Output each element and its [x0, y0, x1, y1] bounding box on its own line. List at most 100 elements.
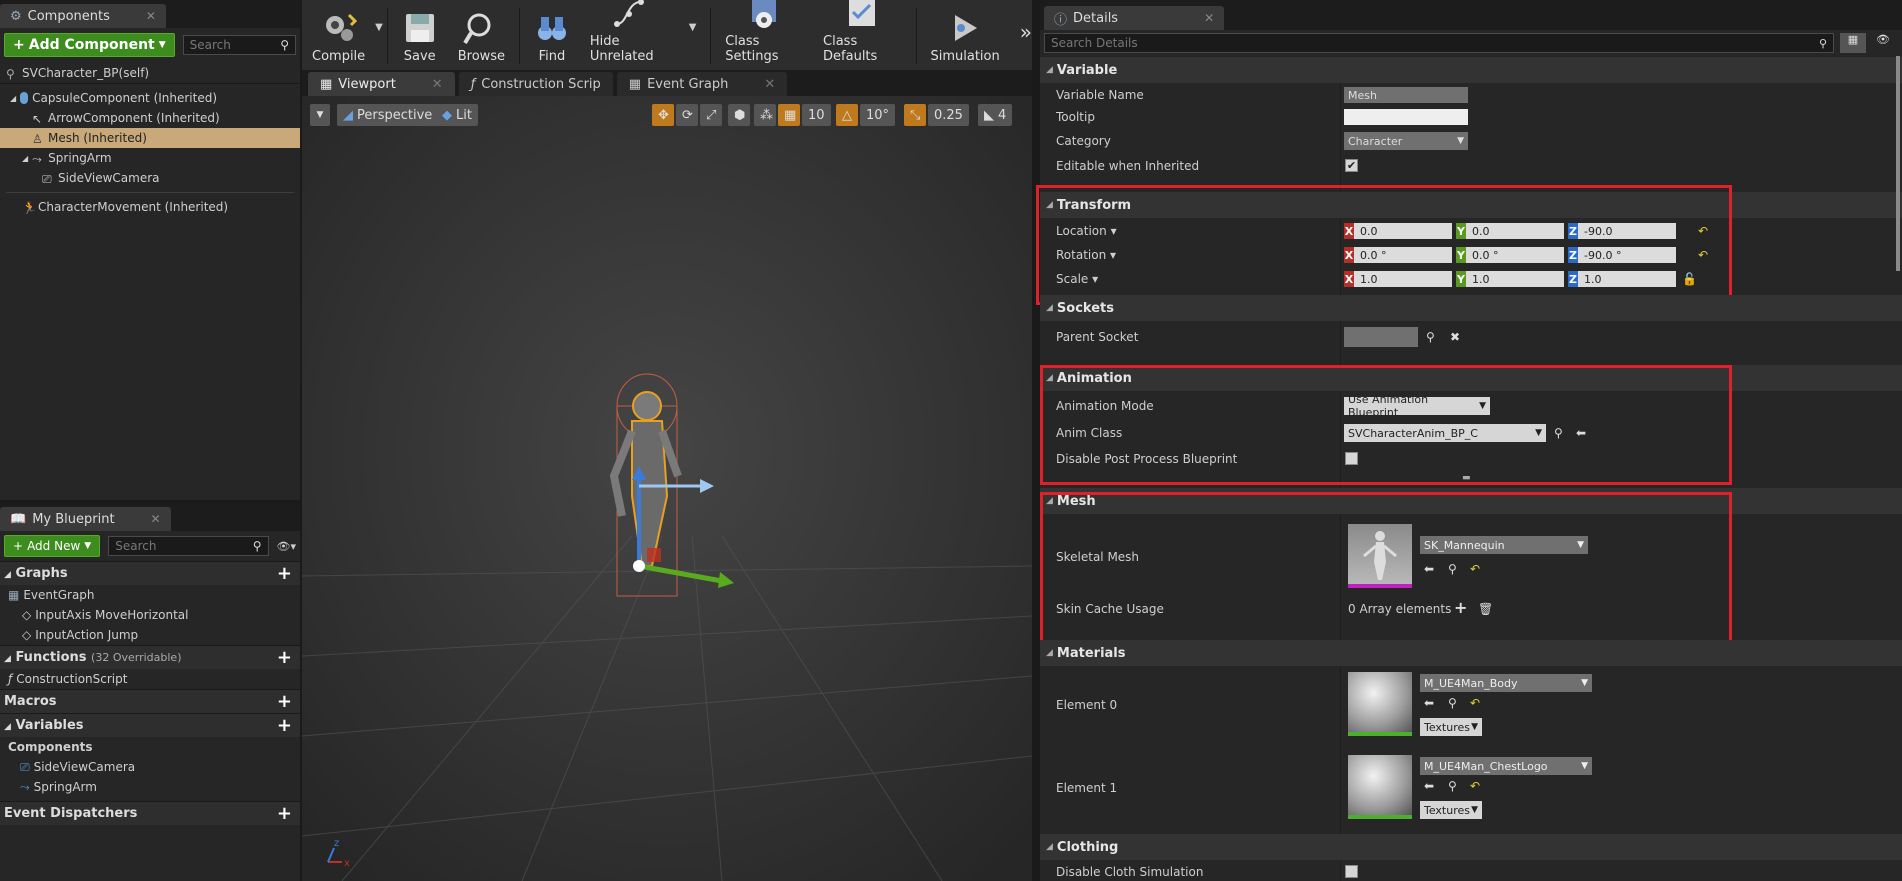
reset-arrow-icon[interactable]: ↶: [1470, 779, 1480, 793]
location-x-input[interactable]: 0.0: [1354, 223, 1452, 239]
editable-checkbox[interactable]: ✔: [1345, 159, 1358, 172]
element1-thumbnail[interactable]: [1348, 755, 1412, 819]
add-function-button[interactable]: +: [277, 647, 292, 668]
use-selected-arrow-icon[interactable]: ⬅: [1576, 426, 1586, 440]
location-z-input[interactable]: -90.0: [1578, 223, 1676, 239]
self-item[interactable]: ⚲ SVCharacter_BP(self): [0, 62, 300, 84]
rotation-y-input[interactable]: 0.0 °: [1466, 247, 1564, 263]
search-icon[interactable]: ⚲: [1554, 426, 1563, 440]
reset-arrow-icon[interactable]: ↶: [1470, 696, 1480, 710]
compile-button[interactable]: Compile: [302, 11, 375, 64]
tree-item-arrow[interactable]: ↖ ArrowComponent (Inherited): [0, 108, 300, 128]
scale-mode-icon[interactable]: ⤢: [700, 104, 722, 126]
search-icon[interactable]: ⚲: [1426, 330, 1435, 344]
materials-category[interactable]: ◢ Materials: [1040, 640, 1902, 666]
rotation-x-input[interactable]: 0.0 °: [1354, 247, 1452, 263]
grid-snap-value[interactable]: 10: [802, 104, 831, 126]
parent-socket-field[interactable]: [1344, 327, 1418, 347]
close-icon[interactable]: ✕: [151, 512, 161, 526]
scale-snap-icon[interactable]: ⤡: [904, 104, 926, 126]
use-selected-arrow-icon[interactable]: ⬅: [1424, 779, 1434, 793]
graph-item-jump[interactable]: ◇ InputAction Jump: [0, 625, 300, 645]
variable-name-field[interactable]: Mesh: [1344, 87, 1468, 103]
functions-section-header[interactable]: ◢ Functions (32 Overridable) +: [0, 645, 300, 669]
rotate-mode-icon[interactable]: ⟳: [676, 104, 698, 126]
tab-construction-script[interactable]: ƒ Construction Scrip: [458, 72, 613, 96]
expand-triangle-icon[interactable]: ◢: [22, 154, 28, 163]
clothing-category[interactable]: ◢ Clothing: [1040, 834, 1902, 860]
tree-item-sideviewcamera[interactable]: ⎚ SideViewCamera: [0, 168, 300, 188]
search-icon[interactable]: ⚲: [1448, 779, 1457, 793]
grid-snap-icon[interactable]: ▦: [778, 104, 800, 126]
add-component-button[interactable]: + Add Component ▼: [4, 33, 175, 57]
mesh-category[interactable]: ◢ Mesh: [1040, 488, 1902, 514]
close-icon[interactable]: ✕: [146, 9, 156, 23]
event-dispatchers-section-header[interactable]: Event Dispatchers +: [0, 801, 300, 825]
scale-x-input[interactable]: 1.0: [1354, 271, 1452, 287]
trash-icon[interactable]: 🗑: [1478, 602, 1493, 616]
tree-item-mesh[interactable]: ♙ Mesh (Inherited): [0, 128, 300, 148]
viewport-canvas[interactable]: x z ▼ ◢ Perspective ◆ Lit ✥ ⟳ ⤢ ⬢ ⁂ ▦ 10…: [302, 96, 1032, 881]
add-new-button[interactable]: + Add New ▼: [4, 535, 101, 557]
graph-item-eventgraph[interactable]: ▦ EventGraph: [0, 585, 300, 605]
eye-icon[interactable]: 👁: [1870, 33, 1896, 53]
close-icon[interactable]: ✕: [764, 77, 775, 92]
location-y-input[interactable]: 0.0: [1466, 223, 1564, 239]
animation-category[interactable]: ◢ Animation: [1040, 365, 1902, 391]
element1-textures-dropdown[interactable]: Textures ▼: [1420, 801, 1482, 819]
details-scrollbar[interactable]: [1896, 56, 1900, 271]
simulation-button[interactable]: Simulation: [920, 11, 1009, 64]
viewport-options-button[interactable]: ▼: [310, 104, 330, 126]
expand-toolbar-icon[interactable]: »: [1020, 20, 1032, 44]
anim-class-dropdown[interactable]: SVCharacterAnim_BP_C ▼: [1344, 424, 1546, 442]
element0-textures-dropdown[interactable]: Textures ▼: [1420, 718, 1482, 736]
splitter-handle-icon[interactable]: ▬: [1462, 473, 1471, 483]
add-graph-button[interactable]: +: [277, 563, 292, 584]
my-blueprint-tab[interactable]: 📖 My Blueprint ✕: [0, 507, 171, 531]
components-category[interactable]: Components: [0, 737, 300, 757]
use-selected-arrow-icon[interactable]: ⬅: [1424, 696, 1434, 710]
add-variable-button[interactable]: +: [277, 715, 292, 736]
search-icon[interactable]: ⚲: [1448, 696, 1457, 710]
reset-arrow-icon[interactable]: ↶: [1698, 224, 1708, 238]
translate-mode-icon[interactable]: ✥: [652, 104, 674, 126]
search-icon[interactable]: ⚲: [1448, 562, 1457, 576]
add-element-icon[interactable]: +: [1454, 598, 1467, 617]
lock-icon[interactable]: 🔓: [1682, 272, 1697, 286]
disable-pp-checkbox[interactable]: [1345, 452, 1358, 465]
add-dispatcher-button[interactable]: +: [277, 803, 292, 824]
eye-icon[interactable]: 👁▾: [277, 540, 297, 553]
graph-item-moveh[interactable]: ◇ InputAxis MoveHorizontal: [0, 605, 300, 625]
tree-item-charactermovement[interactable]: 🏃 CharacterMovement (Inherited): [0, 197, 300, 217]
tooltip-field[interactable]: [1344, 109, 1468, 125]
tab-viewport[interactable]: ▦ Viewport ✕: [308, 72, 455, 96]
browse-button[interactable]: Browse: [448, 11, 515, 64]
perspective-button[interactable]: ◢ Perspective: [337, 104, 439, 126]
add-macro-button[interactable]: +: [277, 691, 292, 712]
class-settings-button[interactable]: Class Settings: [715, 0, 813, 64]
disable-cloth-checkbox[interactable]: [1345, 865, 1358, 878]
reset-arrow-icon[interactable]: ↶: [1470, 562, 1480, 576]
rotation-z-input[interactable]: -90.0 °: [1578, 247, 1676, 263]
function-item[interactable]: ƒ ConstructionScript: [0, 669, 300, 689]
animation-mode-dropdown[interactable]: Use Animation Blueprint ▼: [1344, 393, 1490, 419]
skeletal-mesh-thumbnail[interactable]: [1348, 524, 1412, 588]
surface-snap-icon[interactable]: ⁂: [754, 104, 776, 126]
tree-item-springarm[interactable]: ◢ ⤳ SpringArm: [0, 148, 300, 168]
variable-category[interactable]: ◢ Variable: [1040, 57, 1902, 83]
element0-thumbnail[interactable]: [1348, 672, 1412, 736]
graphs-section-header[interactable]: ◢ Graphs +: [0, 561, 300, 585]
find-button[interactable]: Find: [524, 11, 580, 64]
chevron-down-icon[interactable]: ▼: [689, 22, 697, 33]
sockets-category[interactable]: ◢ Sockets: [1040, 295, 1902, 321]
scale-label[interactable]: Scale ▾: [1056, 272, 1098, 286]
skeletal-mesh-dropdown[interactable]: SK_Mannequin ▼: [1420, 536, 1588, 554]
scale-y-input[interactable]: 1.0: [1466, 271, 1564, 287]
element0-dropdown[interactable]: M_UE4Man_Body ▼: [1420, 674, 1592, 692]
save-button[interactable]: Save: [392, 11, 448, 64]
use-selected-arrow-icon[interactable]: ⬅: [1424, 562, 1434, 576]
hide-unrelated-button[interactable]: Hide Unrelated: [580, 0, 683, 64]
macros-section-header[interactable]: Macros +: [0, 689, 300, 713]
variable-item-springarm[interactable]: ⤳ SpringArm: [0, 777, 300, 797]
scale-z-input[interactable]: 1.0: [1578, 271, 1676, 287]
